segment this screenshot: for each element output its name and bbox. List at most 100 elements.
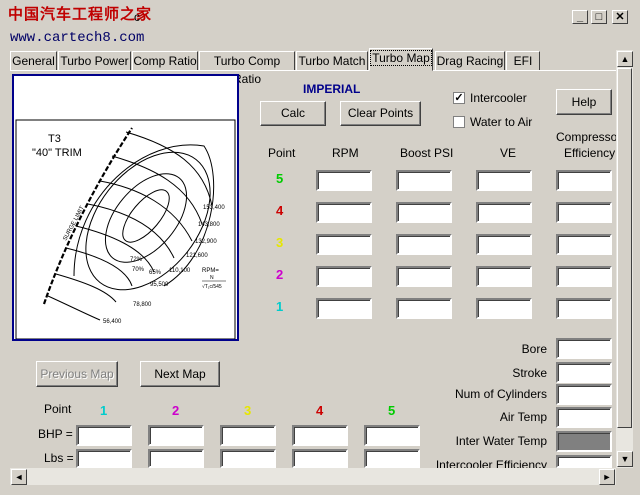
row-point-2: 2: [276, 267, 284, 282]
ve-field-1[interactable]: [476, 298, 532, 319]
speed-label-3: 132,900: [195, 239, 217, 245]
ve-field-4[interactable]: [476, 202, 532, 223]
lbs-field-4[interactable]: [292, 449, 348, 468]
air-temp-field[interactable]: [556, 407, 612, 428]
row-point-3: 3: [276, 235, 284, 250]
scroll-down-button[interactable]: ▼: [617, 451, 633, 467]
comp-eff-field-2[interactable]: [556, 266, 612, 287]
row-point-5: 5: [276, 171, 284, 186]
maximize-button[interactable]: □: [591, 10, 607, 24]
window-title: c: [134, 10, 140, 24]
tab-general[interactable]: General: [10, 51, 57, 71]
bottom-point-5: 5: [388, 403, 396, 418]
comp-eff-field-1[interactable]: [556, 298, 612, 319]
scroll-left-button[interactable]: ◄: [11, 469, 27, 485]
surge-limit-label: SURGE LIMIT: [62, 205, 85, 242]
boost-field-3[interactable]: [396, 234, 452, 255]
bore-field[interactable]: [556, 338, 612, 359]
calc-button[interactable]: Calc: [260, 101, 326, 126]
vertical-scroll-thumb[interactable]: [617, 68, 632, 428]
lbs-field-2[interactable]: [148, 449, 204, 468]
rpm-field-5[interactable]: [316, 170, 372, 191]
tab-turbo-map[interactable]: Turbo Map: [369, 48, 433, 71]
bhp-label: BHP =: [38, 427, 73, 441]
boost-field-4[interactable]: [396, 202, 452, 223]
horizontal-scrollbar[interactable]: [10, 468, 616, 485]
intercooler-checkbox[interactable]: ✓: [453, 92, 465, 104]
bhp-field-4[interactable]: [292, 425, 348, 446]
comp-eff-field-4[interactable]: [556, 202, 612, 223]
boost-field-2[interactable]: [396, 266, 452, 287]
tab-drag-racing[interactable]: Drag Racing: [435, 51, 505, 71]
help-button[interactable]: Help: [556, 89, 612, 115]
row-point-4: 4: [276, 203, 284, 218]
bottom-point-4: 4: [316, 403, 324, 418]
rpm-field-1[interactable]: [316, 298, 372, 319]
compressor-map-image: T3 "40" TRIM SURGE LIMIT 153,400 143,800…: [15, 119, 236, 339]
map-heading: T3: [48, 133, 61, 145]
efficiency-label-1: 72%: [130, 257, 143, 263]
speed-label-2: 143,800: [198, 222, 220, 228]
boost-field-5[interactable]: [396, 170, 452, 191]
scroll-right-button[interactable]: ►: [599, 469, 615, 485]
ve-field-3[interactable]: [476, 234, 532, 255]
compressor-map-frame: T3 "40" TRIM SURGE LIMIT 153,400 143,800…: [12, 74, 239, 341]
tab-turbo-power[interactable]: Turbo Power: [58, 51, 131, 71]
intercooler-label: Intercooler: [470, 91, 527, 105]
watermark-url: www.cartech8.com: [10, 30, 145, 46]
previous-map-button[interactable]: Previous Map: [36, 361, 118, 387]
intercooler-efficiency-field[interactable]: [556, 455, 612, 468]
bottom-point-2: 2: [172, 403, 180, 418]
bhp-field-1[interactable]: [76, 425, 132, 446]
speed-label-7: 78,800: [133, 302, 152, 308]
rpm-field-2[interactable]: [316, 266, 372, 287]
efficiency-label-2: 70%: [132, 267, 145, 273]
clear-points-button[interactable]: Clear Points: [340, 101, 421, 126]
units-label: IMPERIAL: [303, 82, 361, 96]
header-efficiency: Efficiency: [564, 146, 616, 160]
map-subheading: "40" TRIM: [32, 147, 82, 159]
close-button[interactable]: ✕: [612, 10, 628, 24]
boost-field-1[interactable]: [396, 298, 452, 319]
rpm-field-3[interactable]: [316, 234, 372, 255]
bhp-field-2[interactable]: [148, 425, 204, 446]
water-to-air-checkbox[interactable]: [453, 116, 465, 128]
lbs-field-5[interactable]: [364, 449, 420, 468]
tab-turbo-comp-ratio[interactable]: Turbo Comp Ratio: [199, 51, 295, 86]
ve-field-2[interactable]: [476, 266, 532, 287]
ve-field-5[interactable]: [476, 170, 532, 191]
bhp-field-5[interactable]: [364, 425, 420, 446]
cylinders-field[interactable]: [556, 384, 612, 405]
bottom-point-1: 1: [100, 403, 108, 418]
bhp-field-3[interactable]: [220, 425, 276, 446]
scroll-up-button[interactable]: ▲: [617, 51, 633, 67]
row-point-1: 1: [276, 299, 284, 314]
tab-efi[interactable]: EFI: [506, 51, 540, 71]
header-boost-psi: Boost PSI: [400, 146, 454, 160]
header-ve: VE: [500, 146, 517, 160]
speed-label-6: 95,500: [150, 282, 169, 288]
stroke-field[interactable]: [556, 362, 612, 383]
lbs-field-1[interactable]: [76, 449, 132, 468]
speed-label-8: 56,400: [103, 319, 122, 325]
formula-label: RPM=: [202, 268, 219, 274]
inter-water-temp-field: [556, 431, 612, 452]
air-temp-label: Air Temp: [499, 410, 547, 424]
comp-eff-field-3[interactable]: [556, 234, 612, 255]
minimize-button[interactable]: _: [572, 10, 588, 24]
formula-sub: N: [210, 275, 214, 281]
tab-comp-ratio[interactable]: Comp Ratio: [132, 51, 198, 71]
watermark-title: 中国汽车工程师之家: [8, 6, 153, 23]
efficiency-label-3: 65%: [149, 270, 162, 276]
comp-eff-field-5[interactable]: [556, 170, 612, 191]
next-map-button[interactable]: Next Map: [140, 361, 220, 387]
speed-label-5: 110,100: [169, 268, 191, 274]
tab-turbo-match[interactable]: Turbo Match: [296, 51, 368, 71]
formula-den: √T₁c/545: [202, 283, 222, 290]
rpm-field-4[interactable]: [316, 202, 372, 223]
lbs-field-3[interactable]: [220, 449, 276, 468]
header-point: Point: [268, 146, 296, 160]
stroke-label: Stroke: [512, 366, 547, 380]
header-compressor: Compressor: [556, 130, 622, 144]
header-rpm: RPM: [332, 146, 359, 160]
